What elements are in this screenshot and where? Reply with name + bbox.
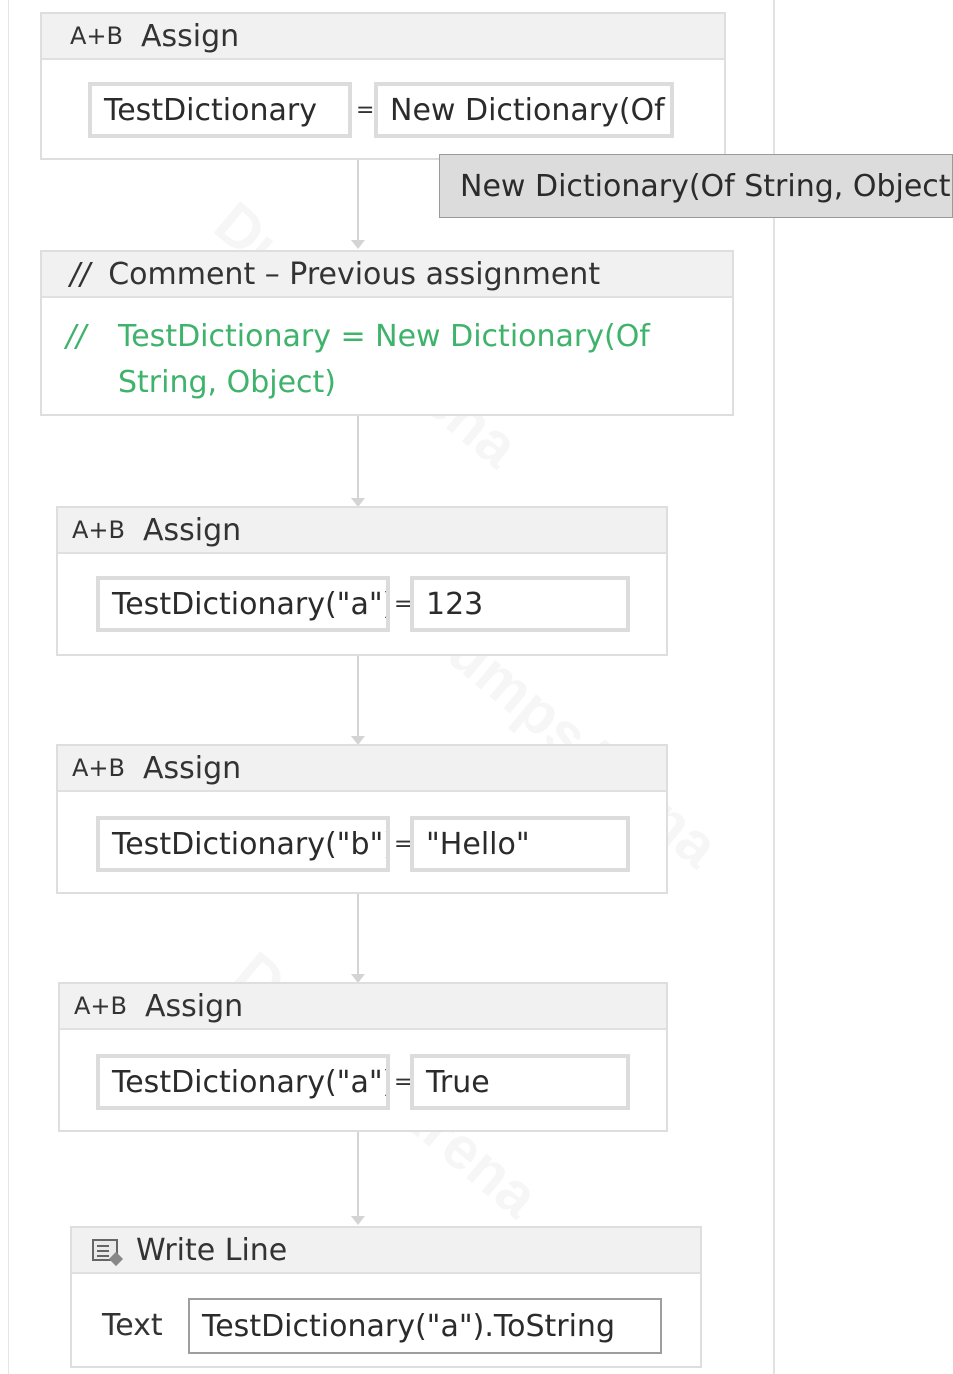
assign-to-field[interactable]: TestDictionary xyxy=(88,82,352,138)
assign-value-field[interactable]: True xyxy=(410,1054,630,1110)
assign-icon: A+B xyxy=(72,516,125,544)
comment-activity[interactable]: // Comment – Previous assignment // Test… xyxy=(40,250,734,416)
assign-to-field[interactable]: TestDictionary("b") xyxy=(96,816,390,872)
activity-header[interactable]: Write Line xyxy=(72,1228,700,1274)
tooltip: New Dictionary(Of String, Object) xyxy=(439,154,953,218)
assign-icon: A+B xyxy=(74,992,127,1020)
activity-header[interactable]: A+B Assign xyxy=(60,984,666,1030)
assign-icon: A+B xyxy=(70,22,123,50)
assign-activity[interactable]: A+B Assign TestDictionary("b") = "Hello" xyxy=(56,744,668,894)
connector xyxy=(357,158,359,246)
assign-value-field[interactable]: "Hello" xyxy=(410,816,630,872)
text-field[interactable]: TestDictionary("a").ToString xyxy=(188,1298,662,1354)
activity-header[interactable]: A+B Assign xyxy=(42,14,724,60)
activity-header[interactable]: // Comment – Previous assignment xyxy=(42,252,732,298)
connector xyxy=(357,1130,359,1222)
assign-to-field[interactable]: TestDictionary("a") xyxy=(96,576,390,632)
assign-activity[interactable]: A+B Assign TestDictionary = New Dictiona… xyxy=(40,12,726,160)
equals-sign: = xyxy=(356,97,375,123)
assign-icon: A+B xyxy=(72,754,125,782)
assign-value-field[interactable]: 123 xyxy=(410,576,630,632)
write-line-icon xyxy=(92,1239,118,1261)
write-line-activity[interactable]: Write Line Text TestDictionary("a").ToSt… xyxy=(70,1226,702,1368)
comment-text: // TestDictionary = New Dictionary(Of St… xyxy=(66,314,650,406)
activity-title: Assign xyxy=(143,750,242,786)
connector xyxy=(357,654,359,742)
connector-arrow xyxy=(351,240,365,249)
comment-icon: // xyxy=(70,256,91,292)
assign-value-field[interactable]: New Dictionary(Of xyxy=(374,82,674,138)
activity-title: Assign xyxy=(145,988,244,1024)
comment-line: String, Object) xyxy=(118,365,337,400)
connector xyxy=(357,414,359,504)
activity-title: Write Line xyxy=(136,1232,288,1268)
activity-title: Assign xyxy=(143,512,242,548)
activity-header[interactable]: A+B Assign xyxy=(58,508,666,554)
activity-title: Assign xyxy=(141,18,240,54)
assign-to-field[interactable]: TestDictionary("a") xyxy=(96,1054,390,1110)
connector xyxy=(357,892,359,980)
connector-arrow xyxy=(351,1216,365,1225)
comment-slashes: // xyxy=(66,319,87,354)
assign-activity[interactable]: A+B Assign TestDictionary("a") = 123 xyxy=(56,506,668,656)
assign-activity[interactable]: A+B Assign TestDictionary("a") = True xyxy=(58,982,668,1132)
text-label: Text xyxy=(102,1308,163,1343)
comment-line: TestDictionary = New Dictionary(Of xyxy=(118,319,650,354)
activity-header[interactable]: A+B Assign xyxy=(58,746,666,792)
activity-title: Comment – Previous assignment xyxy=(108,256,601,292)
